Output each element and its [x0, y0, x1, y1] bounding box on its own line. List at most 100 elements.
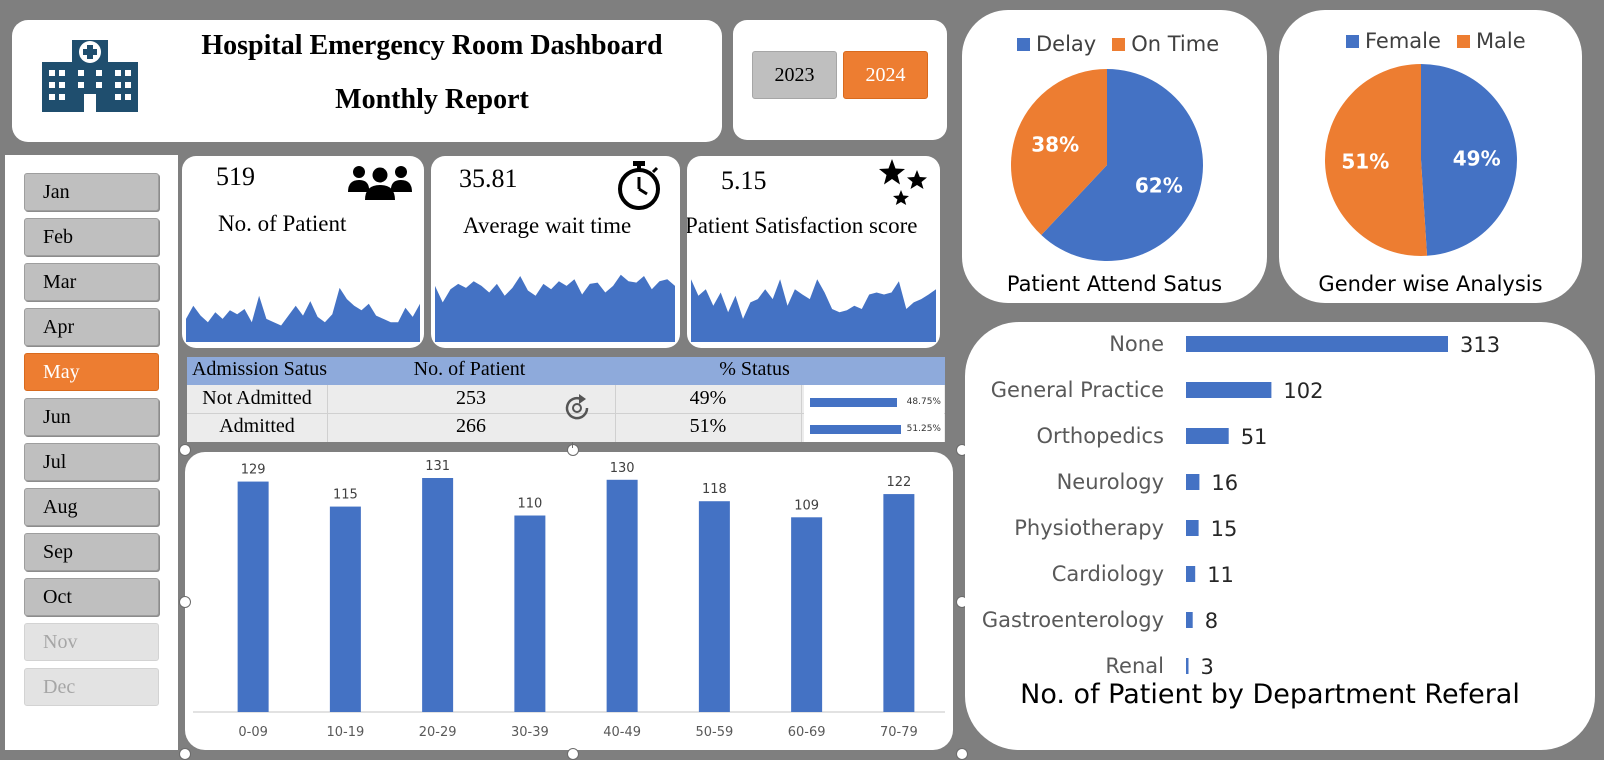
row-not-admitted-status: Not Admitted: [202, 387, 312, 409]
age-group-bar-chart: 129 0-09 115 10-19 131 20-29 110 30-39 130 40-49 1…: [193, 459, 945, 740]
month-button-mar[interactable]: Mar: [24, 263, 159, 301]
age-category-label: 20-29: [419, 725, 457, 740]
month-button-sep[interactable]: Sep: [24, 533, 159, 571]
dept-category-label: Renal: [1105, 654, 1164, 678]
header-patient-count: No. of Patient: [413, 358, 526, 380]
month-button-jun[interactable]: Jun: [24, 398, 159, 436]
dashboard-subtitle: Monthly Report: [335, 84, 529, 115]
age-bar-10-19: [329, 506, 361, 712]
age-bar-60-69: [791, 517, 823, 712]
dept-value-label: 8: [1205, 609, 1218, 633]
dept-bar-physiotherapy: [1186, 520, 1199, 536]
wait-time-sparkline: [435, 274, 675, 342]
dashboard-title: Hospital Emergency Room Dashboard: [201, 30, 663, 61]
age-category-label: 70-79: [880, 725, 918, 740]
gender-pie: 49% 51%: [1324, 63, 1517, 256]
dept-bar-cardiology: [1186, 566, 1196, 582]
kpi-patients-label: No. of Patient: [218, 211, 347, 236]
header-admission-status: Admission Satus: [191, 358, 328, 380]
resize-handle-b[interactable]: [567, 748, 579, 760]
age-category-label: 60-69: [788, 725, 826, 740]
dept-value-label: 51: [1241, 425, 1268, 449]
department-referral-bar-chart: None 313 General Practice 102 Orthopedics 51 N…: [982, 332, 1520, 710]
patients-sparkline: [186, 287, 420, 342]
dept-bar-orthopedics: [1186, 428, 1229, 444]
dept-chart-title: No. of Patient by Department Referal: [1020, 679, 1520, 710]
admission-bar-chart: 48.75% 51.25%: [804, 385, 944, 442]
users-icon: [348, 166, 412, 200]
month-button-jan[interactable]: Jan: [24, 173, 159, 211]
dept-value-label: 102: [1283, 379, 1323, 403]
age-bar-value-label: 122: [886, 475, 911, 490]
legend-male: Male: [1475, 29, 1526, 53]
sparkline-area: [186, 287, 420, 342]
dept-category-label: None: [1109, 332, 1164, 356]
kpi-wait-time-label: Average wait time: [463, 213, 632, 238]
resize-handle-l[interactable]: [179, 596, 191, 608]
kpi-card-satisfaction: 5.15 Patient Satisfaction score: [687, 156, 940, 348]
hospital-icon: [42, 40, 138, 112]
year-button-2024[interactable]: 2024: [843, 51, 928, 99]
month-button-nov[interactable]: Nov: [24, 623, 159, 661]
kpi-card-patients: 519 No. of Patient: [182, 156, 424, 348]
age-bar-value-label: 130: [610, 461, 635, 476]
department-referral-card: None 313 General Practice 102 Orthopedics 51 N…: [965, 322, 1595, 750]
age-bar-30-39: [514, 515, 546, 712]
month-button-aug[interactable]: Aug: [24, 488, 159, 526]
attend-status-pie: 62% 38%: [1010, 69, 1203, 261]
age-bar-70-79: [883, 494, 915, 712]
dept-bar-general-practice: [1186, 382, 1272, 398]
age-category-label: 0-09: [238, 725, 268, 740]
pie-data-label: 51%: [1341, 150, 1389, 174]
dept-category-label: Neurology: [1057, 470, 1164, 494]
attend-status-card: Delay On Time 62% 38% Patient Attend Satu…: [962, 10, 1267, 303]
resize-handle-t[interactable]: [567, 444, 579, 456]
not-admitted-bar-label: 48.75%: [906, 397, 941, 407]
legend-swatch-on-time: [1112, 37, 1126, 51]
row-not-admitted-pct: 49%: [689, 387, 727, 409]
kpi-satisfaction-label: Patient Satisfaction score: [687, 213, 918, 238]
gender-analysis-title: Gender wise Analysis: [1318, 272, 1543, 296]
row-admitted-status: Admitted: [219, 415, 295, 437]
dept-category-label: Cardiology: [1052, 562, 1164, 586]
kpi-patients-value: 519: [216, 162, 255, 191]
age-bar-value-label: 115: [333, 488, 358, 503]
satisfaction-sparkline: [691, 279, 936, 342]
resize-handle-bl[interactable]: [179, 748, 191, 760]
dept-category-label: General Practice: [991, 378, 1164, 402]
legend-delay: Delay: [1036, 32, 1097, 56]
year-slicer: 2023 2024: [733, 20, 947, 140]
resize-handle-tl[interactable]: [179, 444, 191, 456]
refresh-icon[interactable]: [561, 393, 593, 423]
admitted-bar-label: 51.25%: [906, 424, 941, 434]
month-button-jul[interactable]: Jul: [24, 443, 159, 481]
header-percent-status: % Status: [719, 358, 790, 380]
admitted-bar: [810, 425, 902, 434]
attend-legend: Delay On Time: [1017, 32, 1219, 56]
legend-on-time: On Time: [1131, 32, 1220, 56]
kpi-card-wait-time: 35.81 Average wait time: [431, 156, 680, 348]
legend-female: Female: [1365, 29, 1441, 53]
age-category-label: 30-39: [511, 725, 549, 740]
stars-icon: [879, 159, 927, 205]
age-category-label: 40-49: [603, 725, 641, 740]
age-bar-value-label: 129: [241, 463, 266, 478]
month-button-feb[interactable]: Feb: [24, 218, 159, 256]
dept-value-label: 15: [1211, 517, 1238, 541]
dept-bar-neurology: [1186, 474, 1200, 490]
age-bar-value-label: 110: [517, 497, 542, 512]
admission-table-header: Admission Satus No. of Patient % Status: [187, 357, 945, 385]
dept-value-label: 313: [1460, 333, 1500, 357]
row-admitted-pct: 51%: [689, 415, 727, 437]
year-button-2023[interactable]: 2023: [752, 51, 837, 99]
age-bar-50-59: [698, 501, 730, 712]
month-button-apr[interactable]: Apr: [24, 308, 159, 346]
kpi-wait-time-value: 35.81: [459, 164, 518, 193]
month-button-oct[interactable]: Oct: [24, 578, 159, 616]
age-bar-value-label: 118: [702, 482, 727, 497]
dept-category-label: Physiotherapy: [1014, 516, 1164, 540]
month-button-dec[interactable]: Dec: [24, 668, 159, 706]
stopwatch-icon: [618, 161, 660, 210]
pie-data-label: 38%: [1031, 133, 1079, 157]
month-button-may[interactable]: May: [24, 353, 159, 391]
